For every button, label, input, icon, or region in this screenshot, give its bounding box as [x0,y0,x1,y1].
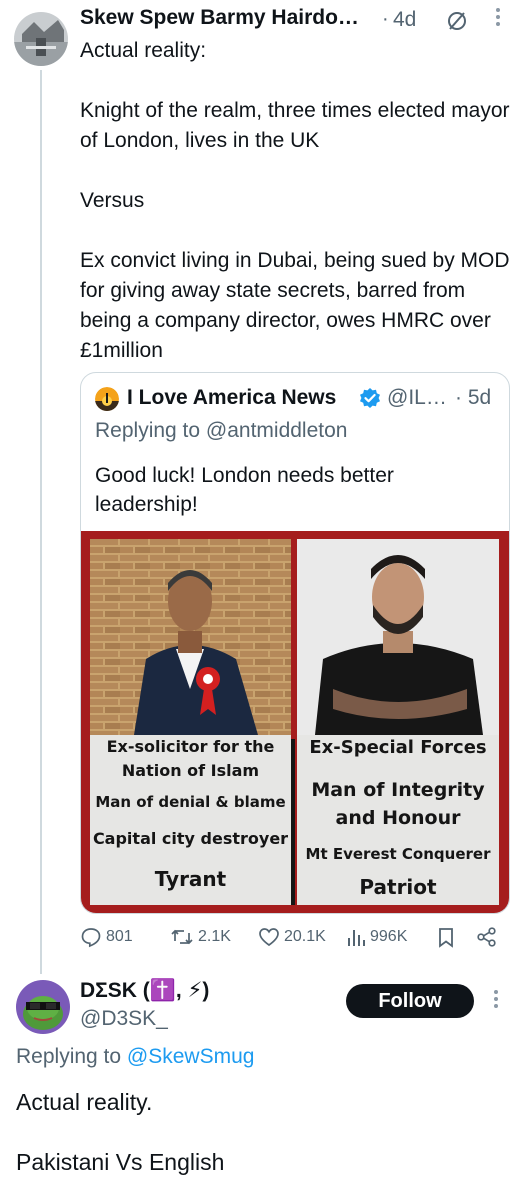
reply-author-handle[interactable]: @D3SK_ [80,1007,168,1031]
views-count: 996K [370,928,408,945]
caption-divider [291,739,295,905]
reply-replying-to: Replying to @SkewSmug [16,1045,254,1069]
left-caption-panel: Ex-solicitor for the Nation of Islam Man… [90,735,291,905]
heart-icon [259,928,279,947]
thread-line [40,70,42,974]
tweet-time[interactable]: 4d [393,8,416,32]
quote-time[interactable]: · 5d [455,386,491,410]
views-button[interactable]: 996K [346,926,407,948]
views-icon [348,930,365,946]
share-button[interactable] [476,926,498,948]
right-caption-line: Mt Everest Conquerer [305,845,491,863]
author-name[interactable]: Skew Spew Barmy Hairdo… [80,6,359,30]
quote-replying-to: Replying to @antmiddleton [95,419,348,442]
quote-author-name[interactable]: I Love America News [127,386,336,410]
reply-text: Actual reality. Pakistani Vs English [16,1089,225,1175]
reply-count: 801 [106,928,133,945]
reply-icon [81,928,101,948]
like-button[interactable]: 20.1K [258,926,326,948]
bookmark-icon [439,928,453,948]
right-caption-line: Ex-Special Forces [309,737,487,758]
quote-text: Good luck! London needs better leadershi… [95,464,394,516]
replying-prefix: Replying to [16,1045,127,1068]
right-caption-line: Patriot [359,875,437,899]
quote-media-image[interactable]: Ex-solicitor for the Nation of Islam Man… [81,531,509,913]
reply-author-avatar[interactable] [16,980,70,1034]
replying-handle-link[interactable]: @SkewSmug [127,1045,255,1068]
quoted-tweet[interactable]: I Love America News @IL… · 5d Replying t… [80,372,510,914]
quote-author-avatar[interactable] [95,387,119,411]
reply-button[interactable]: 801 [80,926,133,948]
repost-icon [171,929,193,945]
slashed-circle-icon[interactable] [446,10,468,32]
left-photo [90,539,291,735]
quote-author-handle[interactable]: @IL… [387,386,447,410]
tweet-text: Actual reality: Knight of the realm, thr… [80,39,510,362]
author-avatar[interactable] [14,12,68,66]
follow-button[interactable]: Follow [346,984,474,1018]
repost-count: 2.1K [198,928,231,945]
right-photo [297,539,499,735]
right-caption-line: and Honour [335,807,461,829]
tweet-actions: 801 2.1K 20.1K 996K [0,926,524,956]
bookmark-button[interactable] [436,926,456,948]
more-vertical-icon[interactable] [486,986,506,1018]
more-vertical-icon[interactable] [488,4,508,36]
repost-button[interactable]: 2.1K [170,926,231,948]
left-caption-line: Tyrant [154,867,227,891]
share-icon [477,927,496,947]
time-separator: · [382,8,389,30]
reply-author-name[interactable]: DΣSK (✝️, ⚡) [80,978,209,1003]
left-caption-line: Ex-solicitor for the [106,737,275,756]
left-caption-line: Man of denial & blame [95,793,286,811]
like-count: 20.1K [284,928,326,945]
left-caption-line: Capital city destroyer [92,829,289,848]
right-caption-line: Man of Integrity [311,779,485,801]
left-caption-line: Nation of Islam [121,761,260,780]
right-caption-panel: Ex-Special Forces Man of Integrity and H… [297,735,499,905]
verified-badge-icon [359,387,381,409]
